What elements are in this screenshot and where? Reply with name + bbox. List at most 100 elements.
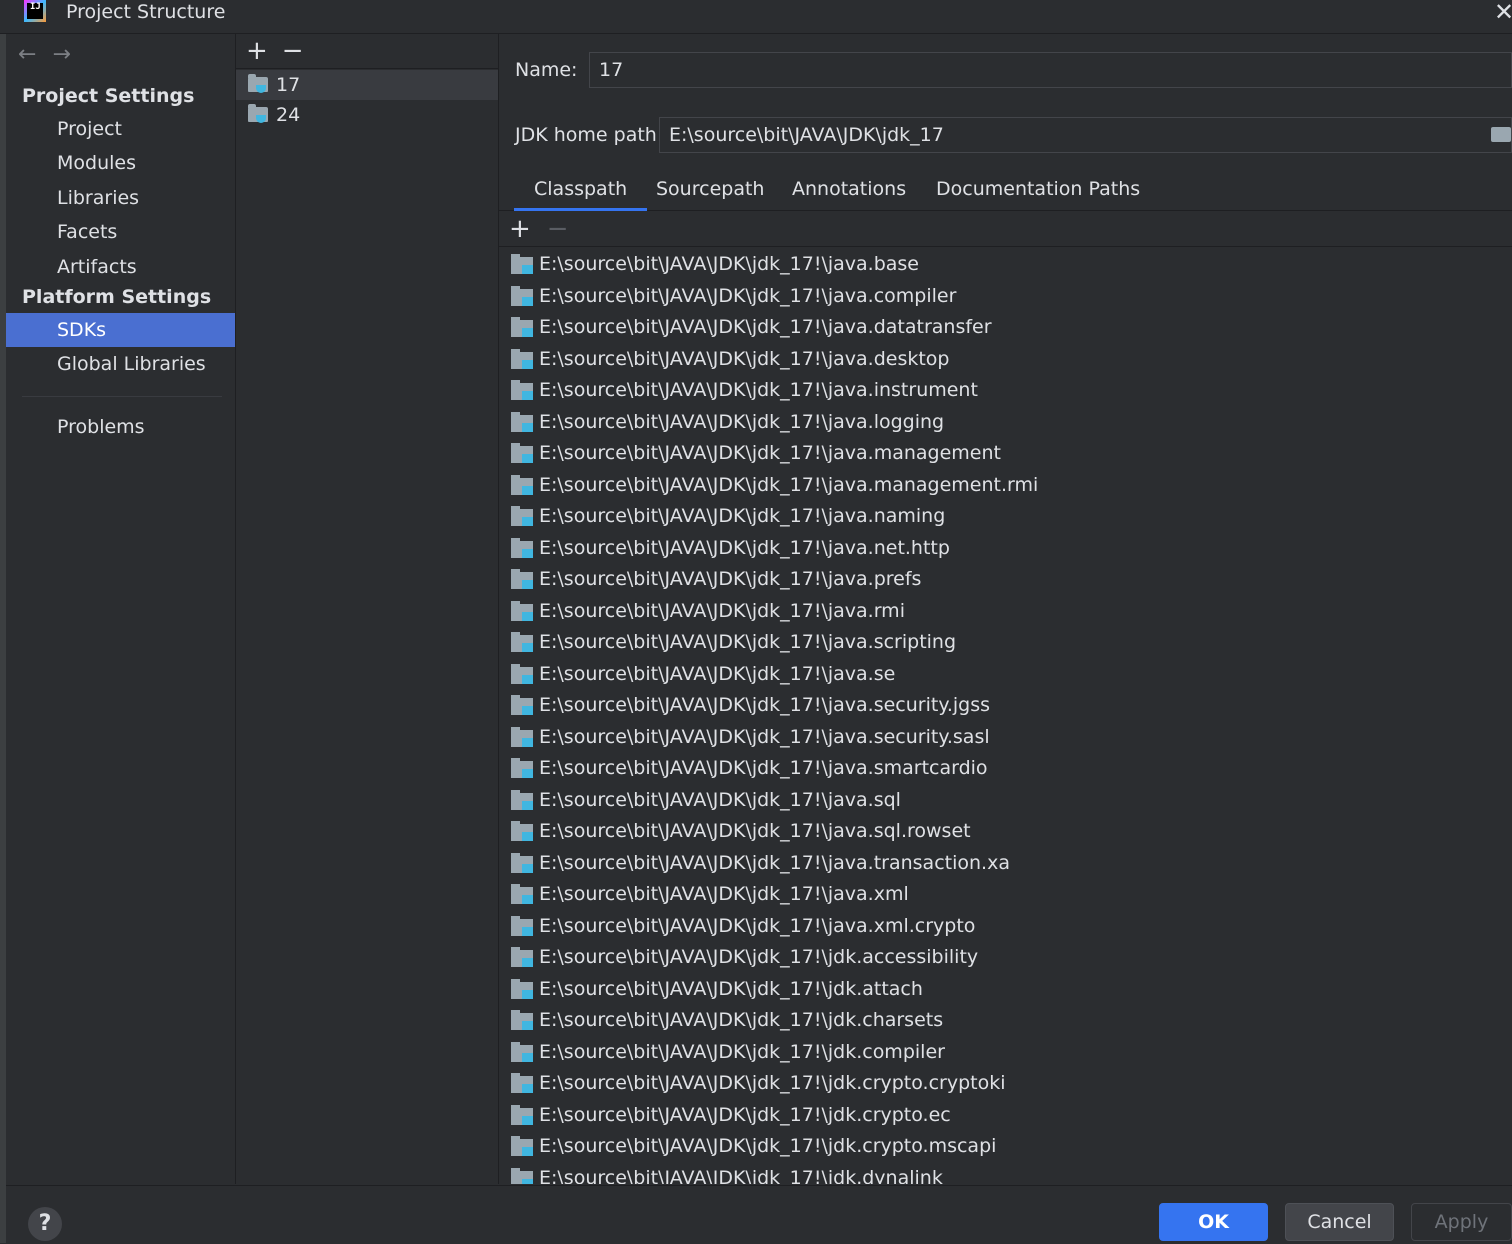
classpath-row[interactable]: E:\source\bit\JAVA\JDK\jdk_17!\java.mana… xyxy=(499,470,1512,501)
module-folder-icon xyxy=(511,1104,533,1125)
cancel-button[interactable]: Cancel xyxy=(1285,1203,1394,1241)
back-arrow-icon[interactable]: ← xyxy=(18,42,36,67)
classpath-row[interactable]: E:\source\bit\JAVA\JDK\jdk_17!\jdk.acces… xyxy=(499,942,1512,973)
classpath-row[interactable]: E:\source\bit\JAVA\JDK\jdk_17!\java.desk… xyxy=(499,344,1512,375)
classpath-row[interactable]: E:\source\bit\JAVA\JDK\jdk_17!\java.pref… xyxy=(499,564,1512,595)
sidebar-item-libraries[interactable]: Libraries xyxy=(6,181,235,215)
sidebar-item-facets[interactable]: Facets xyxy=(6,215,235,249)
classpath-row[interactable]: E:\source\bit\JAVA\JDK\jdk_17!\jdk.compi… xyxy=(499,1037,1512,1068)
add-path-button[interactable]: + xyxy=(509,214,531,244)
classpath-row-label: E:\source\bit\JAVA\JDK\jdk_17!\java.mana… xyxy=(539,473,1039,496)
remove-sdk-button[interactable]: − xyxy=(282,36,304,66)
classpath-row[interactable]: E:\source\bit\JAVA\JDK\jdk_17!\java.secu… xyxy=(499,722,1512,753)
classpath-row[interactable]: E:\source\bit\JAVA\JDK\jdk_17!\java.se xyxy=(499,659,1512,690)
classpath-row-label: E:\source\bit\JAVA\JDK\jdk_17!\java.secu… xyxy=(539,725,990,748)
classpath-row[interactable]: E:\source\bit\JAVA\JDK\jdk_17!\java.nami… xyxy=(499,501,1512,532)
classpath-row-label: E:\source\bit\JAVA\JDK\jdk_17!\jdk.attac… xyxy=(539,977,923,1000)
add-sdk-button[interactable]: + xyxy=(246,36,268,66)
module-folder-icon xyxy=(511,663,533,684)
classpath-row-label: E:\source\bit\JAVA\JDK\jdk_17!\java.xml.… xyxy=(539,914,976,937)
sidebar-item-artifacts[interactable]: Artifacts xyxy=(6,250,235,284)
forward-arrow-icon[interactable]: → xyxy=(52,42,70,67)
help-button[interactable]: ? xyxy=(28,1207,62,1241)
classpath-row-label: E:\source\bit\JAVA\JDK\jdk_17!\jdk.dynal… xyxy=(539,1166,943,1185)
module-folder-icon xyxy=(511,1167,533,1184)
classpath-row[interactable]: E:\source\bit\JAVA\JDK\jdk_17!\java.sql xyxy=(499,785,1512,816)
module-folder-icon xyxy=(511,569,533,589)
classpath-row[interactable]: E:\source\bit\JAVA\JDK\jdk_17!\java.xml xyxy=(499,879,1512,910)
module-folder-icon xyxy=(511,632,533,652)
sidebar-item-sdks[interactable]: SDKs xyxy=(6,313,235,347)
classpath-row-label: E:\source\bit\JAVA\JDK\jdk_17!\java.net.… xyxy=(539,536,950,559)
classpath-row[interactable]: E:\source\bit\JAVA\JDK\jdk_17!\java.secu… xyxy=(499,690,1512,721)
sdk-detail-panel: Name: JDK home path: E:\source\bit\JAVA\… xyxy=(499,34,1512,1184)
classpath-row[interactable]: E:\source\bit\JAVA\JDK\jdk_17!\jdk.attac… xyxy=(499,974,1512,1005)
module-folder-icon xyxy=(511,443,533,463)
jdk-home-path-field[interactable]: E:\source\bit\JAVA\JDK\jdk_17 xyxy=(659,117,1512,153)
classpath-row[interactable]: E:\source\bit\JAVA\JDK\jdk_17!\java.scri… xyxy=(499,627,1512,658)
dialog-footer: ? OK Cancel Apply xyxy=(6,1185,1512,1244)
sdk-item[interactable]: 17 xyxy=(236,70,498,100)
classpath-row-label: E:\source\bit\JAVA\JDK\jdk_17!\java.xml xyxy=(539,883,909,905)
classpath-row-label: E:\source\bit\JAVA\JDK\jdk_17!\java.comp… xyxy=(539,284,957,307)
close-icon[interactable]: ✕ xyxy=(1494,0,1512,26)
classpath-row[interactable]: E:\source\bit\JAVA\JDK\jdk_17!\java.comp… xyxy=(499,281,1512,312)
folder-browse-icon[interactable] xyxy=(1491,127,1511,142)
sidebar-item-modules[interactable]: Modules xyxy=(6,146,235,180)
divider xyxy=(499,246,1512,247)
sidebar-item-project[interactable]: Project xyxy=(6,112,235,146)
module-folder-icon xyxy=(511,474,533,495)
module-folder-icon xyxy=(511,285,533,306)
module-folder-icon xyxy=(511,254,533,274)
ok-button[interactable]: OK xyxy=(1159,1203,1268,1241)
classpath-list[interactable]: E:\source\bit\JAVA\JDK\jdk_17!\java.base… xyxy=(499,248,1512,1184)
settings-sidebar: ← → Project Settings Project Modules Libr… xyxy=(6,34,236,1184)
sdk-name-field[interactable] xyxy=(589,52,1512,88)
classpath-row-label: E:\source\bit\JAVA\JDK\jdk_17!\java.inst… xyxy=(539,379,978,401)
sdk-item-label: 24 xyxy=(276,104,301,126)
classpath-row-label: E:\source\bit\JAVA\JDK\jdk_17!\java.tran… xyxy=(539,851,1010,874)
tab-sourcepath[interactable]: Sourcepath xyxy=(656,178,764,210)
module-folder-icon xyxy=(511,978,533,999)
classpath-row-label: E:\source\bit\JAVA\JDK\jdk_17!\java.data… xyxy=(539,316,992,338)
classpath-row[interactable]: E:\source\bit\JAVA\JDK\jdk_17!\java.logg… xyxy=(499,407,1512,438)
classpath-row-label: E:\source\bit\JAVA\JDK\jdk_17!\java.sql xyxy=(539,788,901,811)
module-folder-icon xyxy=(511,915,533,936)
classpath-row-label: E:\source\bit\JAVA\JDK\jdk_17!\java.logg… xyxy=(539,410,945,433)
classpath-row[interactable]: E:\source\bit\JAVA\JDK\jdk_17!\java.xml.… xyxy=(499,911,1512,942)
tab-classpath[interactable]: Classpath xyxy=(513,178,648,211)
classpath-row[interactable]: E:\source\bit\JAVA\JDK\jdk_17!\java.smar… xyxy=(499,753,1512,784)
classpath-row[interactable]: E:\source\bit\JAVA\JDK\jdk_17!\jdk.crypt… xyxy=(499,1100,1512,1131)
module-folder-icon xyxy=(511,821,533,841)
module-folder-icon xyxy=(511,1073,533,1093)
module-folder-icon xyxy=(511,1010,533,1030)
classpath-row[interactable]: E:\source\bit\JAVA\JDK\jdk_17!\java.mana… xyxy=(499,438,1512,469)
path-tabs: Classpath Sourcepath Annotations Documen… xyxy=(499,174,1512,211)
sidebar-item-problems[interactable]: Problems xyxy=(6,410,235,444)
classpath-row[interactable]: E:\source\bit\JAVA\JDK\jdk_17!\jdk.chars… xyxy=(499,1005,1512,1036)
module-folder-icon xyxy=(511,726,533,747)
remove-path-button[interactable]: − xyxy=(547,214,569,244)
sdk-item[interactable]: 24 xyxy=(236,100,498,130)
classpath-row[interactable]: E:\source\bit\JAVA\JDK\jdk_17!\jdk.crypt… xyxy=(499,1131,1512,1162)
tab-documentation-paths[interactable]: Documentation Paths xyxy=(936,178,1140,210)
classpath-row[interactable]: E:\source\bit\JAVA\JDK\jdk_17!\java.net.… xyxy=(499,533,1512,564)
jdk-folder-icon xyxy=(248,74,268,93)
module-folder-icon xyxy=(511,380,533,400)
classpath-row[interactable]: E:\source\bit\JAVA\JDK\jdk_17!\java.tran… xyxy=(499,848,1512,879)
classpath-row[interactable]: E:\source\bit\JAVA\JDK\jdk_17!\java.sql.… xyxy=(499,816,1512,847)
classpath-row[interactable]: E:\source\bit\JAVA\JDK\jdk_17!\java.rmi xyxy=(499,596,1512,627)
sidebar-item-global-libraries[interactable]: Global Libraries xyxy=(6,347,235,381)
apply-button[interactable]: Apply xyxy=(1411,1203,1512,1241)
sdk-list-panel: + − 17 24 xyxy=(236,34,499,1184)
classpath-row[interactable]: E:\source\bit\JAVA\JDK\jdk_17!\jdk.dynal… xyxy=(499,1163,1512,1185)
classpath-row[interactable]: E:\source\bit\JAVA\JDK\jdk_17!\java.inst… xyxy=(499,375,1512,406)
module-folder-icon xyxy=(511,348,533,369)
classpath-row[interactable]: E:\source\bit\JAVA\JDK\jdk_17!\jdk.crypt… xyxy=(499,1068,1512,1099)
classpath-row-label: E:\source\bit\JAVA\JDK\jdk_17!\java.sql.… xyxy=(539,820,971,842)
classpath-row[interactable]: E:\source\bit\JAVA\JDK\jdk_17!\java.data… xyxy=(499,312,1512,343)
divider xyxy=(236,68,498,69)
window-title: Project Structure xyxy=(66,1,226,23)
tab-annotations[interactable]: Annotations xyxy=(792,178,906,210)
classpath-row[interactable]: E:\source\bit\JAVA\JDK\jdk_17!\java.base xyxy=(499,249,1512,280)
